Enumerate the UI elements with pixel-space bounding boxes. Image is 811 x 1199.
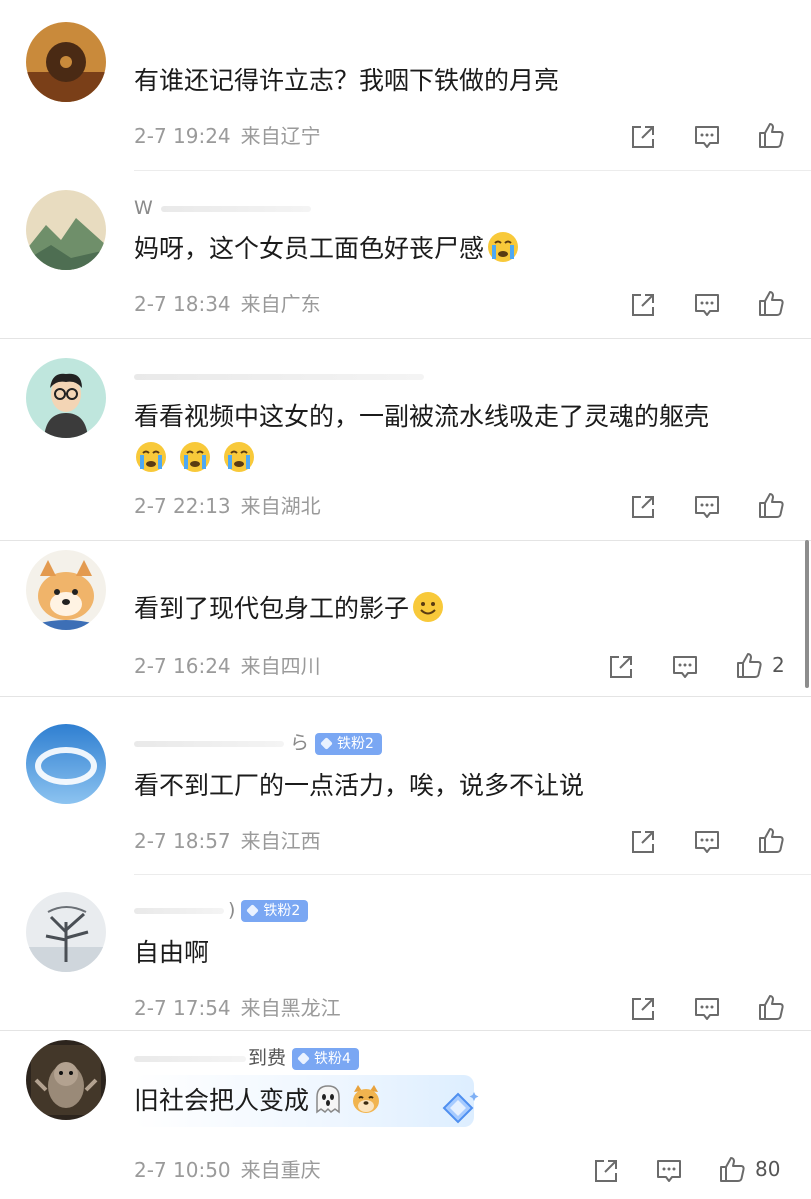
like-button[interactable]: 2: [734, 650, 785, 680]
username[interactable]: [134, 364, 424, 388]
crying-face-emoji: [222, 440, 256, 474]
thumbs-up-icon: [720, 1157, 745, 1182]
comment-date: 2-7 19:24: [134, 124, 231, 148]
comment-text: 看看视频中这女的，一副被流水线吸走了灵魂的躯壳: [134, 402, 710, 431]
avatar[interactable]: [26, 550, 106, 630]
like-button[interactable]: [756, 120, 794, 150]
fan-badge: 铁粉2: [315, 732, 382, 755]
crying-face-emoji: [134, 440, 168, 474]
like-button[interactable]: [756, 825, 794, 855]
comment-location: 来自黑龙江: [240, 996, 341, 1020]
comment-icon[interactable]: [693, 827, 721, 857]
fan-badge: 铁粉4: [292, 1047, 359, 1070]
comment-meta: 2-7 22:13 来自湖北: [134, 492, 321, 520]
thumbs-up-icon: [759, 291, 784, 316]
thumbs-up-icon: [737, 653, 762, 678]
comment-date: 2-7 22:13: [134, 494, 231, 518]
comment-emoji-row: [134, 440, 256, 478]
divider: [0, 1030, 811, 1031]
divider: [0, 540, 811, 541]
avatar[interactable]: [26, 892, 106, 972]
crying-face-emoji: [486, 230, 520, 264]
comment-date: 2-7 10:50: [134, 1158, 231, 1182]
fan-badge: 铁粉2: [241, 899, 309, 922]
comment-text: 有谁还记得许立志？我咽下铁做的月亮: [134, 66, 560, 95]
comment-text: 自由啊: [134, 938, 210, 967]
username[interactable]: ) 铁粉2: [134, 898, 309, 922]
share-icon[interactable]: [629, 122, 657, 152]
username[interactable]: 到费 铁粉4: [134, 1046, 359, 1070]
share-icon[interactable]: [629, 827, 657, 857]
thumbs-up-icon: [759, 828, 784, 853]
avatar[interactable]: [26, 358, 106, 438]
doge-emoji: [349, 1082, 383, 1116]
comment-meta: 2-7 19:24 来自辽宁: [134, 122, 321, 150]
comment-icon[interactable]: [671, 652, 699, 682]
like-count: 2: [772, 653, 785, 677]
divider: [0, 696, 811, 697]
comment-location: 来自四川: [240, 654, 321, 678]
share-icon[interactable]: [607, 652, 635, 682]
divider: [134, 874, 811, 875]
thumbs-up-icon: [759, 123, 784, 148]
share-icon[interactable]: [629, 492, 657, 522]
comment-location: 来自广东: [240, 292, 321, 316]
avatar[interactable]: [26, 724, 106, 804]
comment-text: 旧社会把人变成: [134, 1082, 383, 1120]
scrollbar[interactable]: [805, 540, 809, 688]
ghost-emoji: [311, 1082, 345, 1116]
share-icon[interactable]: [592, 1156, 620, 1186]
divider: [0, 338, 811, 339]
comment-date: 2-7 18:34: [134, 292, 231, 316]
like-button[interactable]: 80: [717, 1154, 780, 1184]
smile-face-emoji: [411, 590, 445, 624]
share-icon[interactable]: [629, 994, 657, 1024]
comment-location: 来自辽宁: [240, 124, 321, 148]
comment-meta: 2-7 10:50 来自重庆: [134, 1156, 321, 1184]
comment-text: 看到了现代包身工的影子: [134, 590, 445, 628]
comment-location: 来自湖北: [240, 494, 321, 518]
username[interactable]: ら铁粉2: [134, 731, 382, 755]
comment-icon[interactable]: [693, 492, 721, 522]
like-button[interactable]: [756, 992, 794, 1022]
comment-icon[interactable]: [655, 1156, 683, 1186]
username[interactable]: W: [134, 196, 311, 220]
comment-date: 2-7 16:24: [134, 654, 231, 678]
divider: [134, 170, 811, 171]
comment-text: 妈呀，这个女员工面色好丧尸感: [134, 230, 520, 268]
avatar[interactable]: [26, 1040, 106, 1120]
comment-date: 2-7 18:57: [134, 829, 231, 853]
crying-face-emoji: [178, 440, 212, 474]
avatar[interactable]: [26, 190, 106, 270]
thumbs-up-icon: [759, 493, 784, 518]
like-button[interactable]: [756, 490, 794, 520]
diamond-sparkle-icon: [438, 1092, 480, 1124]
comment-icon[interactable]: [693, 122, 721, 152]
comment-meta: 2-7 17:54 来自黑龙江: [134, 994, 341, 1022]
comment-date: 2-7 17:54: [134, 996, 231, 1020]
comment-location: 来自江西: [240, 829, 321, 853]
comment-meta: 2-7 18:57 来自江西: [134, 827, 321, 855]
share-icon[interactable]: [629, 290, 657, 320]
like-count: 80: [755, 1157, 781, 1181]
comment-location: 来自重庆: [240, 1158, 321, 1182]
comment-meta: 2-7 18:34 来自广东: [134, 290, 321, 318]
like-button[interactable]: [756, 288, 794, 318]
comment-icon[interactable]: [693, 994, 721, 1024]
comment-icon[interactable]: [693, 290, 721, 320]
comment-meta: 2-7 16:24 来自四川: [134, 652, 321, 680]
thumbs-up-icon: [759, 995, 784, 1020]
avatar[interactable]: [26, 22, 106, 102]
comment-text: 看不到工厂的一点活力，唉，说多不让说: [134, 771, 585, 800]
